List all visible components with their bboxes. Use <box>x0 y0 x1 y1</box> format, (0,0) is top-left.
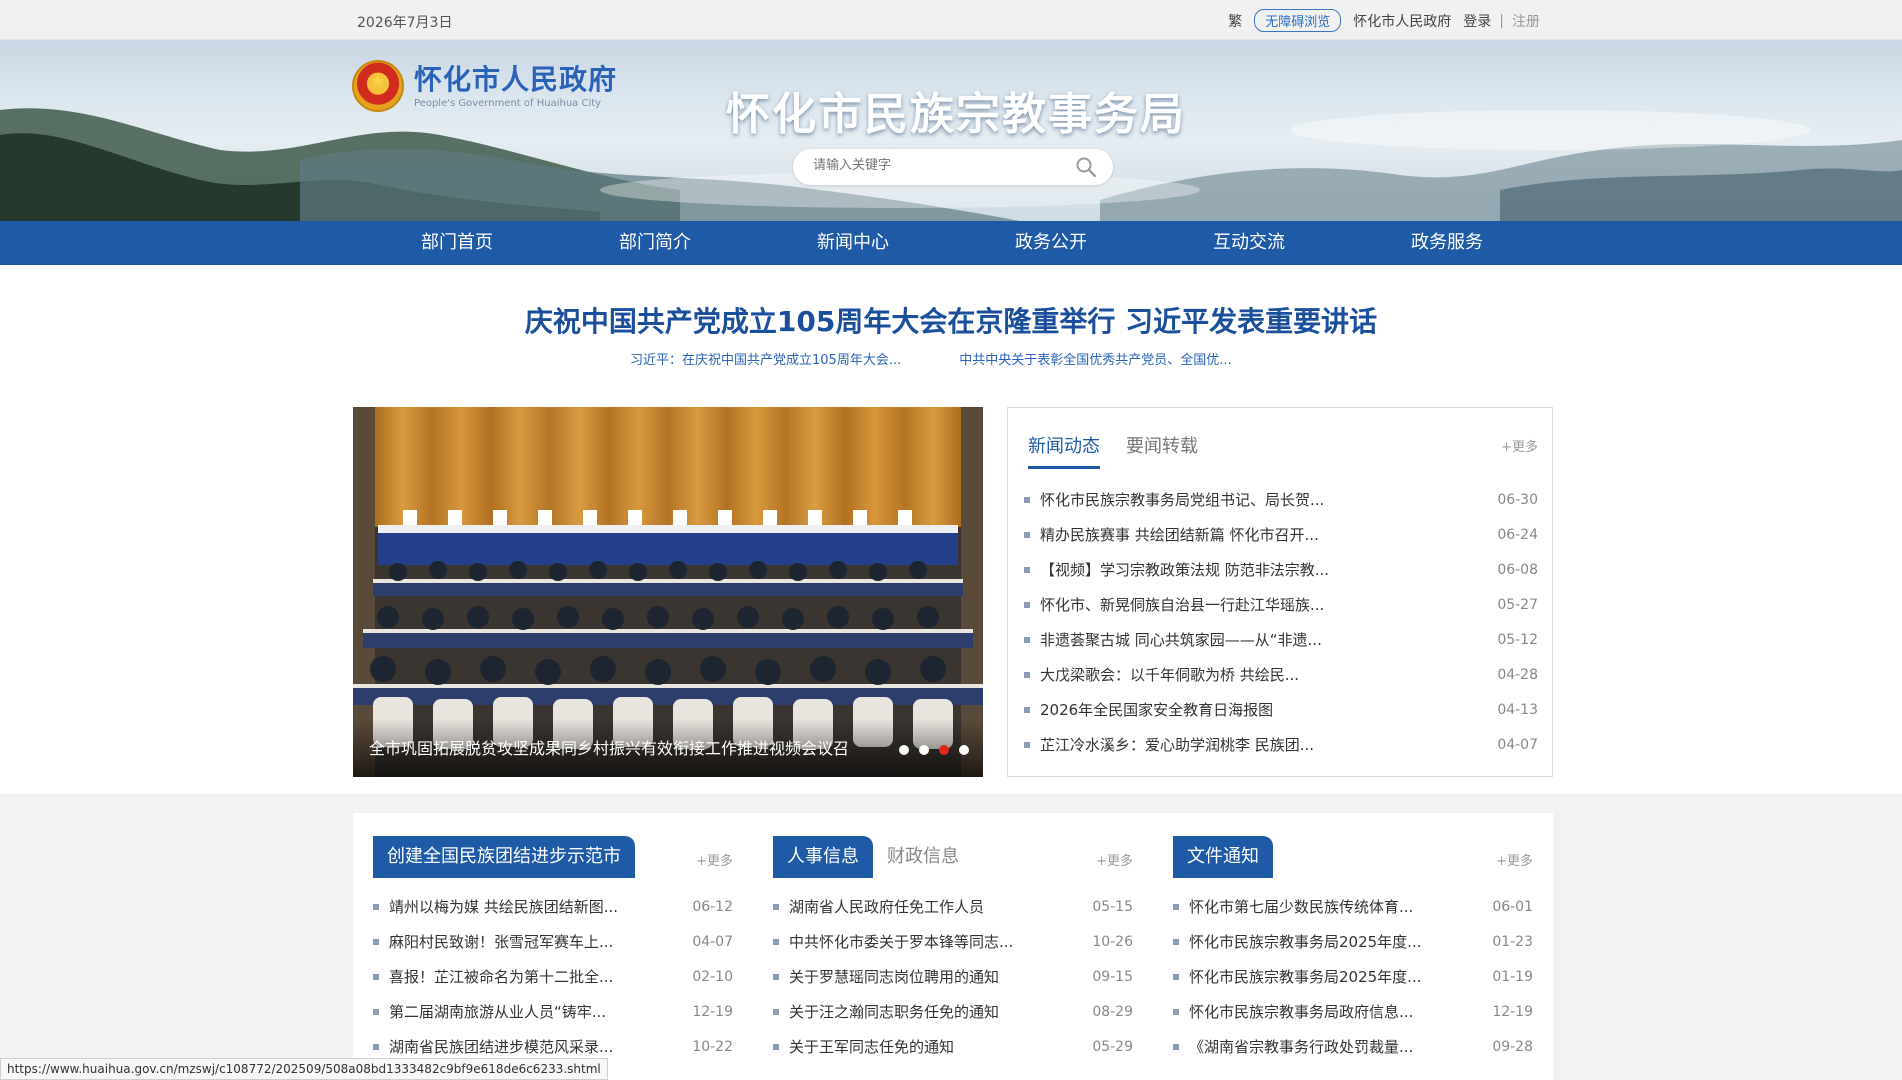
column-notices: 文件通知 +更多 怀化市第七届少数民族传统体育... 06-01 怀化市民族宗教事… <box>1173 836 1533 1064</box>
traditional-chinese-link[interactable]: 繁 <box>1228 11 1242 31</box>
bullet-icon <box>1024 741 1030 748</box>
tab-reprints[interactable]: 要闻转载 <box>1126 432 1198 469</box>
photo-slideshow[interactable]: 全市巩固拓展脱贫攻坚成果同乡村振兴有效衔接工作推进视频会议召 <box>353 407 983 777</box>
list-item[interactable]: 芷江冷水溪乡：爱心助学润桃李 民族团... 04-07 <box>1024 727 1538 762</box>
link-separator: | <box>1499 12 1504 29</box>
nav-item-news[interactable]: 新闻中心 <box>754 221 952 265</box>
bullet-icon <box>1173 973 1179 980</box>
site-title: 怀化市民族宗教事务局 <box>726 89 1186 140</box>
nav-item-gov-affairs[interactable]: 政务公开 <box>952 221 1150 265</box>
list-item[interactable]: 关于汪之瀚同志职务任免的通知 08-29 <box>773 994 1133 1029</box>
login-link[interactable]: 登录 <box>1463 11 1491 31</box>
main-nav: 部门首页 部门简介 新闻中心 政务公开 互动交流 政务服务 <box>0 221 1902 265</box>
slide-dot-1[interactable] <box>899 745 909 755</box>
nav-item-home[interactable]: 部门首页 <box>358 221 556 265</box>
slide-dot-2[interactable] <box>919 745 929 755</box>
list-item[interactable]: 《湖南省宗教事务行政处罚裁量... 09-28 <box>1173 1029 1533 1064</box>
list-item[interactable]: 麻阳村民致谢！张雪冠军赛车上... 04-07 <box>373 924 733 959</box>
list-item[interactable]: 非遗荟聚古城 同心共筑家园——从“非遗... 05-12 <box>1024 622 1538 657</box>
headline-sublinks: 习近平：在庆祝中国共产党成立105周年大会... 中共中央关于表彰全国优秀共产党… <box>630 349 1232 368</box>
notices-more-link[interactable]: +更多 <box>1496 850 1533 869</box>
tab-personnel[interactable]: 人事信息 <box>773 836 873 878</box>
bullet-icon <box>773 903 779 910</box>
top-links: 繁 无障碍浏览 怀化市人民政府 登录 | 注册 <box>1216 9 1540 32</box>
list-item[interactable]: 大戊梁歌会：以千年侗歌为桥 共绘民... 04-28 <box>1024 657 1538 692</box>
list-item[interactable]: 湖南省人民政府任免工作人员 05-15 <box>773 889 1133 924</box>
search-icon[interactable] <box>1075 156 1097 178</box>
news-panel: 新闻动态 要闻转载 +更多 怀化市民族宗教事务局党组书记、局长贺... 06-30… <box>1007 407 1553 777</box>
bullet-icon <box>773 938 779 945</box>
bullet-icon <box>1024 636 1030 643</box>
current-date: 2026年7月3日 <box>357 15 453 31</box>
slide-dot-3[interactable] <box>939 745 949 755</box>
headline-link[interactable]: 庆祝中国共产党成立105周年大会在京隆重举行 习近平发表重要讲话 <box>0 300 1902 340</box>
accessibility-button[interactable]: 无障碍浏览 <box>1254 9 1342 32</box>
slide-dot-4[interactable] <box>959 745 969 755</box>
bullet-icon <box>1173 903 1179 910</box>
site-logo[interactable]: 怀化市人民政府 People's Government of Huaihua C… <box>352 60 617 112</box>
bullet-icon <box>373 973 379 980</box>
unity-more-link[interactable]: +更多 <box>696 850 733 869</box>
tab-unity[interactable]: 创建全国民族团结进步示范市 <box>373 836 635 878</box>
list-item[interactable]: 怀化市、新晃侗族自治县一行赴江华瑶族... 05-27 <box>1024 587 1538 622</box>
slide-caption[interactable]: 全市巩固拓展脱贫攻坚成果同乡村振兴有效衔接工作推进视频会议召 <box>369 735 849 759</box>
list-item[interactable]: 中共怀化市委关于罗本锋等同志... 10-26 <box>773 924 1133 959</box>
bullet-icon <box>1173 938 1179 945</box>
browser-status-url: https://www.huaihua.gov.cn/mzswj/c108772… <box>0 1058 608 1080</box>
tab-finance[interactable]: 财政信息 <box>887 842 959 868</box>
bullet-icon <box>373 938 379 945</box>
list-item[interactable]: 【视频】学习宗教政策法规 防范非法宗教... 06-08 <box>1024 552 1538 587</box>
bullet-icon <box>1173 1043 1179 1050</box>
bullet-icon <box>373 1008 379 1015</box>
list-item[interactable]: 2026年全民国家安全教育日海报图 04-13 <box>1024 692 1538 727</box>
column-personnel: 人事信息 财政信息 +更多 湖南省人民政府任免工作人员 05-15 中共怀化市委关于… <box>773 836 1133 1064</box>
search-input[interactable] <box>813 158 1063 173</box>
headline-sublink[interactable]: 习近平：在庆祝中国共产党成立105周年大会... <box>630 349 901 368</box>
bullet-icon <box>1024 531 1030 538</box>
tab-news[interactable]: 新闻动态 <box>1028 432 1100 469</box>
list-item[interactable]: 喜报！芷江被命名为第十二批全... 02-10 <box>373 959 733 994</box>
list-item[interactable]: 精办民族赛事 共绘团结新篇 怀化市召开... 06-24 <box>1024 517 1538 552</box>
list-item[interactable]: 怀化市民族宗教事务局党组书记、局长贺... 06-30 <box>1024 482 1538 517</box>
logo-subtitle: People's Government of Huaihua City <box>414 97 602 109</box>
nav-item-interaction[interactable]: 互动交流 <box>1150 221 1348 265</box>
list-item[interactable]: 怀化市民族宗教事务局2025年度... 01-23 <box>1173 924 1533 959</box>
list-item[interactable]: 第二届湖南旅游从业人员“铸牢... 12-19 <box>373 994 733 1029</box>
bullet-icon <box>773 973 779 980</box>
bullet-icon <box>1024 496 1030 503</box>
bullet-icon <box>373 903 379 910</box>
list-item[interactable]: 怀化市民族宗教事务局政府信息... 12-19 <box>1173 994 1533 1029</box>
headline-sublink[interactable]: 中共中央关于表彰全国优秀共产党员、全国优... <box>959 349 1231 368</box>
tab-notices[interactable]: 文件通知 <box>1173 836 1273 878</box>
search-box <box>793 149 1113 185</box>
list-item[interactable]: 靖州以梅为媒 共绘民族团结新图... 06-12 <box>373 889 733 924</box>
bullet-icon <box>1024 601 1030 608</box>
bullet-icon <box>1173 1008 1179 1015</box>
list-item[interactable]: 怀化市第七届少数民族传统体育... 06-01 <box>1173 889 1533 924</box>
news-list: 怀化市民族宗教事务局党组书记、局长贺... 06-30 精办民族赛事 共绘团结新篇… <box>1024 482 1538 762</box>
personnel-more-link[interactable]: +更多 <box>1096 850 1133 869</box>
list-item[interactable]: 关于王军同志任免的通知 05-29 <box>773 1029 1133 1064</box>
bullet-icon <box>1024 566 1030 573</box>
news-more-link[interactable]: +更多 <box>1501 436 1538 455</box>
gov-portal-link[interactable]: 怀化市人民政府 <box>1353 11 1451 31</box>
bullet-icon <box>773 1008 779 1015</box>
header-banner: 怀化市人民政府 People's Government of Huaihua C… <box>0 40 1902 221</box>
nav-item-services[interactable]: 政务服务 <box>1348 221 1546 265</box>
bullet-icon <box>773 1043 779 1050</box>
column-unity: 创建全国民族团结进步示范市 +更多 靖州以梅为媒 共绘民族团结新图... 06-1… <box>373 836 733 1064</box>
slide-dots <box>889 745 969 755</box>
top-bar: 2026年7月3日 繁 无障碍浏览 怀化市人民政府 登录 | 注册 <box>0 0 1902 40</box>
register-link[interactable]: 注册 <box>1512 11 1540 31</box>
nav-item-intro[interactable]: 部门简介 <box>556 221 754 265</box>
list-item[interactable]: 关于罗慧瑶同志岗位聘用的通知 09-15 <box>773 959 1133 994</box>
bottom-columns: 创建全国民族团结进步示范市 +更多 靖州以梅为媒 共绘民族团结新图... 06-1… <box>353 813 1553 1080</box>
list-item[interactable]: 怀化市民族宗教事务局2025年度... 01-19 <box>1173 959 1533 994</box>
bullet-icon <box>1024 706 1030 713</box>
national-emblem-icon <box>352 60 404 112</box>
bullet-icon <box>373 1043 379 1050</box>
logo-title: 怀化市人民政府 <box>414 62 618 96</box>
bullet-icon <box>1024 671 1030 678</box>
